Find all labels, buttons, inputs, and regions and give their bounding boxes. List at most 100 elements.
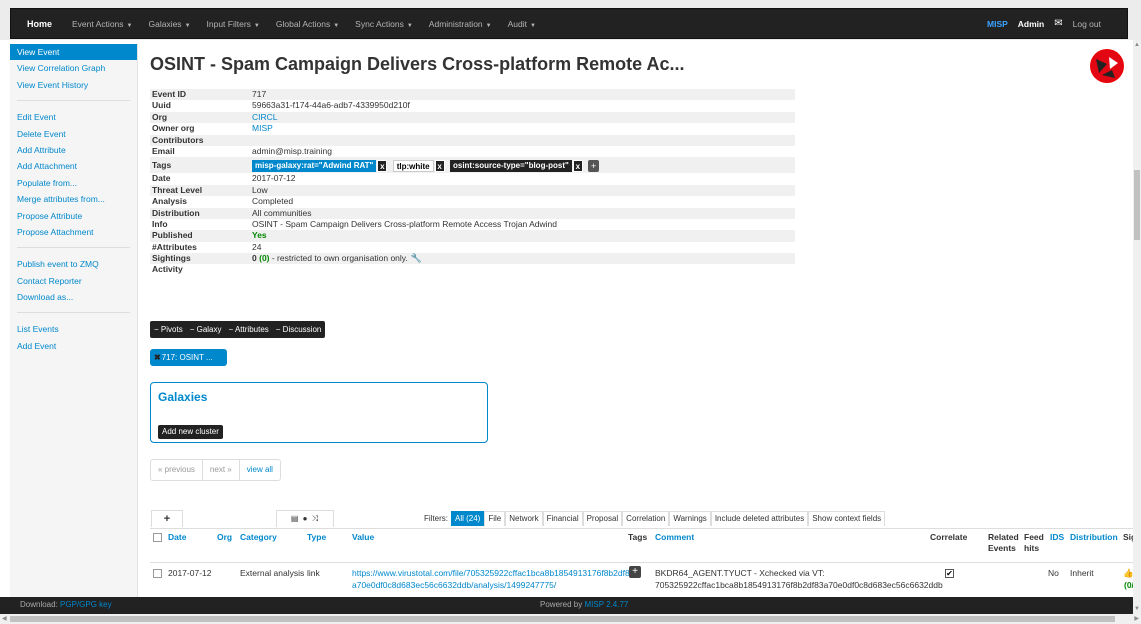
remove-tag-icon[interactable]: x <box>377 160 388 173</box>
pivot-node[interactable]: ✖717: OSINT ... <box>150 349 227 366</box>
checkbox[interactable] <box>153 533 162 543</box>
column-value[interactable]: Value <box>352 532 374 542</box>
toggle-pivots[interactable]: − Pivots <box>154 325 183 334</box>
column-ids[interactable]: IDS <box>1050 532 1064 542</box>
misp-version-link[interactable]: MISP 2.4.77 <box>584 600 628 609</box>
detail-label: Contributors <box>152 134 204 145</box>
sidebar-item-propose-attribute[interactable]: Propose Attribute <box>10 208 137 224</box>
add-new-cluster-button[interactable]: Add new cluster <box>158 425 223 439</box>
attribute-count-value: 24 <box>252 241 262 252</box>
toggle-galaxy[interactable]: − Galaxy <box>190 325 222 334</box>
nav-sync-actions[interactable]: Sync Actions ▼ <box>347 19 421 29</box>
nav-galaxies[interactable]: Galaxies ▼ <box>140 19 198 29</box>
sidebar-item-delete-event[interactable]: Delete Event <box>10 126 137 142</box>
sidebar-item-edit-event[interactable]: Edit Event <box>10 109 137 125</box>
sidebar-item-propose-attachment[interactable]: Propose Attachment <box>10 224 137 240</box>
filter-proposal[interactable]: Proposal <box>582 511 623 526</box>
pagination-previous[interactable]: « previous <box>151 460 203 480</box>
scroll-right-arrow-icon[interactable]: ▶ <box>1134 615 1139 622</box>
org-link[interactable]: CIRCL <box>252 112 278 123</box>
add-tag-button[interactable]: + <box>588 160 600 173</box>
envelope-icon[interactable]: ✉ <box>1054 18 1062 29</box>
sidebar-item-populate-from[interactable]: Populate from... <box>10 175 137 191</box>
info-icon[interactable]: ● <box>303 514 309 523</box>
row-select[interactable] <box>153 567 162 579</box>
add-tag-button[interactable]: + <box>629 566 641 578</box>
tag-tlp-white[interactable]: tlp:white <box>392 160 434 173</box>
vertical-scroll-thumb[interactable] <box>1134 170 1140 240</box>
footer-download: Download: PGP/GPG key <box>20 600 112 609</box>
analysis-value: Completed <box>252 196 294 207</box>
filter-show-context[interactable]: Show context fields <box>808 511 886 526</box>
sidebar-item-add-attachment[interactable]: Add Attachment <box>10 158 137 174</box>
remove-tag-icon[interactable]: x <box>572 160 583 173</box>
checkbox[interactable] <box>153 569 162 579</box>
sightings-count: 0 <box>252 253 257 264</box>
tag-galaxy-rat[interactable]: misp-galaxy:rat="Adwind RAT" <box>252 160 377 173</box>
list-icon[interactable]: ▤ <box>291 514 300 523</box>
column-category[interactable]: Category <box>240 532 277 542</box>
sidebar-item-contact-reporter[interactable]: Contact Reporter <box>10 273 137 289</box>
column-org[interactable]: Org <box>217 532 232 542</box>
shuffle-icon[interactable]: ⤨ <box>312 514 319 523</box>
scroll-down-arrow-icon[interactable]: ▼ <box>1134 606 1140 612</box>
sidebar-item-add-attribute[interactable]: Add Attribute <box>10 142 137 158</box>
scroll-up-arrow-icon[interactable]: ▲ <box>1134 42 1140 48</box>
sidebar-item-view-event-history[interactable]: View Event History <box>10 77 137 93</box>
pagination-next[interactable]: next » <box>203 460 240 480</box>
event-details: Event ID 717 Uuid 59663a31-f174-44a6-adb… <box>150 89 795 276</box>
horizontal-scroll-thumb[interactable] <box>10 616 1115 622</box>
filter-correlation[interactable]: Correlation <box>622 511 670 526</box>
select-all-checkbox[interactable] <box>153 532 162 543</box>
tag-osint-source-type[interactable]: osint:source-type="blog-post" <box>449 160 572 173</box>
thumbs-up-icon[interactable]: 👍 <box>1123 567 1134 579</box>
nav-brand-link[interactable]: MISP <box>987 19 1008 29</box>
row-value-link[interactable]: https://www.virustotal.com/file/70532592… <box>352 567 634 591</box>
column-distribution[interactable]: Distribution <box>1070 532 1118 542</box>
nav-input-filters[interactable]: Input Filters ▼ <box>199 19 268 29</box>
filter-network[interactable]: Network <box>505 511 543 526</box>
checkbox-checked[interactable]: ✔ <box>945 569 954 579</box>
vertical-scrollbar[interactable]: ▲ ▼ <box>1133 40 1141 614</box>
filter-financial[interactable]: Financial <box>542 511 583 526</box>
add-attribute-button[interactable]: + <box>151 510 183 527</box>
filter-file[interactable]: File <box>484 511 506 526</box>
column-date[interactable]: Date <box>168 532 186 542</box>
nav-event-actions[interactable]: Event Actions ▼ <box>64 19 140 29</box>
attribute-tools: ▤ ● ⤨ <box>276 510 334 527</box>
sidebar-item-publish-zmq[interactable]: Publish event to ZMQ <box>10 256 137 272</box>
sidebar-item-view-event[interactable]: View Event <box>10 44 137 61</box>
sidebar-item-add-event[interactable]: Add Event <box>10 338 137 354</box>
published-value: Yes <box>252 230 267 241</box>
row-type: link <box>307 568 320 578</box>
nav-administration[interactable]: Administration ▼ <box>421 19 500 29</box>
filter-include-deleted[interactable]: Include deleted attributes <box>710 511 809 526</box>
remove-tag-icon[interactable]: x <box>434 160 445 173</box>
remove-pivot-icon[interactable]: ✖ <box>154 353 161 362</box>
pgp-key-link[interactable]: PGP/GPG key <box>60 600 112 609</box>
horizontal-scrollbar[interactable]: ◀ ▶ <box>0 614 1141 624</box>
nav-global-actions-label: Global Actions <box>275 18 331 29</box>
nav-global-actions[interactable]: Global Actions ▼ <box>268 19 347 29</box>
nav-home[interactable]: Home <box>11 19 64 29</box>
logout-link[interactable]: Log out <box>1073 19 1101 29</box>
pagination-view-all[interactable]: view all <box>240 460 280 480</box>
sidebar-item-list-events[interactable]: List Events <box>10 321 137 337</box>
toggle-attributes[interactable]: − Attributes <box>229 325 269 334</box>
toggle-discussion[interactable]: − Discussion <box>276 325 322 334</box>
sidebar-item-merge-attributes[interactable]: Merge attributes from... <box>10 191 137 207</box>
correlate-checkbox[interactable]: ✔ <box>945 567 954 579</box>
nav-user-link[interactable]: Admin <box>1018 19 1044 29</box>
column-comment[interactable]: Comment <box>655 532 694 542</box>
filter-all[interactable]: All (24) <box>451 511 485 526</box>
column-type[interactable]: Type <box>307 532 326 542</box>
filter-warnings[interactable]: Warnings <box>669 511 711 526</box>
scroll-left-arrow-icon[interactable]: ◀ <box>2 615 7 622</box>
sidebar-item-view-correlation-graph[interactable]: View Correlation Graph <box>10 60 137 76</box>
wrench-icon[interactable]: 🔧 <box>411 253 422 263</box>
nav-audit[interactable]: Audit ▼ <box>500 19 544 29</box>
sidebar-item-download-as[interactable]: Download as... <box>10 289 137 305</box>
owner-org-link[interactable]: MISP <box>252 123 273 134</box>
page-title: OSINT - Spam Campaign Delivers Cross-pla… <box>150 54 685 74</box>
toggle-attributes-label: Attributes <box>234 325 269 334</box>
